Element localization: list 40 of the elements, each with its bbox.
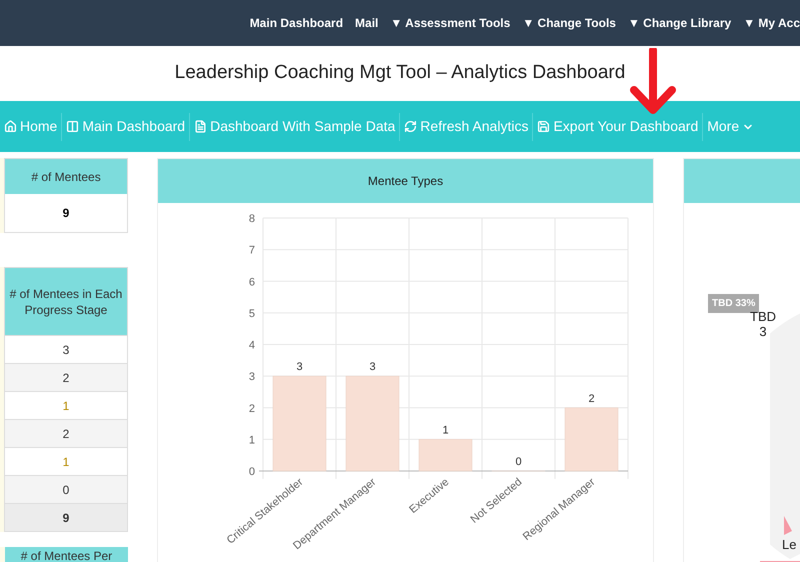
data-label: 1 [442,424,449,436]
y-tick-label: 3 [248,371,255,384]
data-label: 2 [588,392,595,405]
top-nav-link[interactable]: ▼ My Acc [743,14,800,32]
refresh-icon [404,120,418,133]
table-cell: 0 [5,475,127,503]
home-icon [4,120,17,133]
y-tick-label: 8 [248,213,255,225]
y-tick-label: 5 [248,308,255,320]
table-header: # of Mentees Per [5,547,128,562]
y-tick-label: 4 [248,340,255,352]
table-header: # of Mentees [5,159,127,194]
table-cell: 2 [5,419,127,447]
pie-tag: TBD 33% [708,294,760,313]
document-icon [194,120,208,133]
columns-icon [66,120,80,133]
bar [418,439,472,472]
top-nav-link[interactable]: ▼ Change Tools [522,14,616,32]
top-nav-link[interactable]: ▼ Change Library [628,14,732,32]
table-header: # of Mentees in Each Progress Stage [5,268,127,335]
top-nav-link[interactable]: Mail [355,14,378,32]
pie-label: Le [782,536,796,554]
panel-header: Mentee Types [158,159,653,203]
y-tick-label: 1 [248,434,255,446]
data-label: 3 [296,361,303,374]
pie-value: 3 [759,324,767,339]
y-tick-label: 7 [248,244,255,257]
data-label: 3 [369,361,376,374]
table-cell: 2 [5,363,127,391]
y-tick-label: 2 [248,402,255,415]
table-cell: 9 [5,503,127,531]
data-label: 0 [515,456,522,468]
y-tick-label: 6 [248,276,255,288]
top-nav-link[interactable]: Main Dashboard [250,14,344,32]
save-icon [537,120,550,133]
down-arrow-icon [628,48,678,116]
y-tick-label: 0 [248,466,255,478]
page-title: Leadership Coaching Mgt Tool – Analytics Dashboard [174,61,626,86]
top-nav-link[interactable]: ▼ Assessment Tools [390,14,510,32]
bar [564,408,618,472]
